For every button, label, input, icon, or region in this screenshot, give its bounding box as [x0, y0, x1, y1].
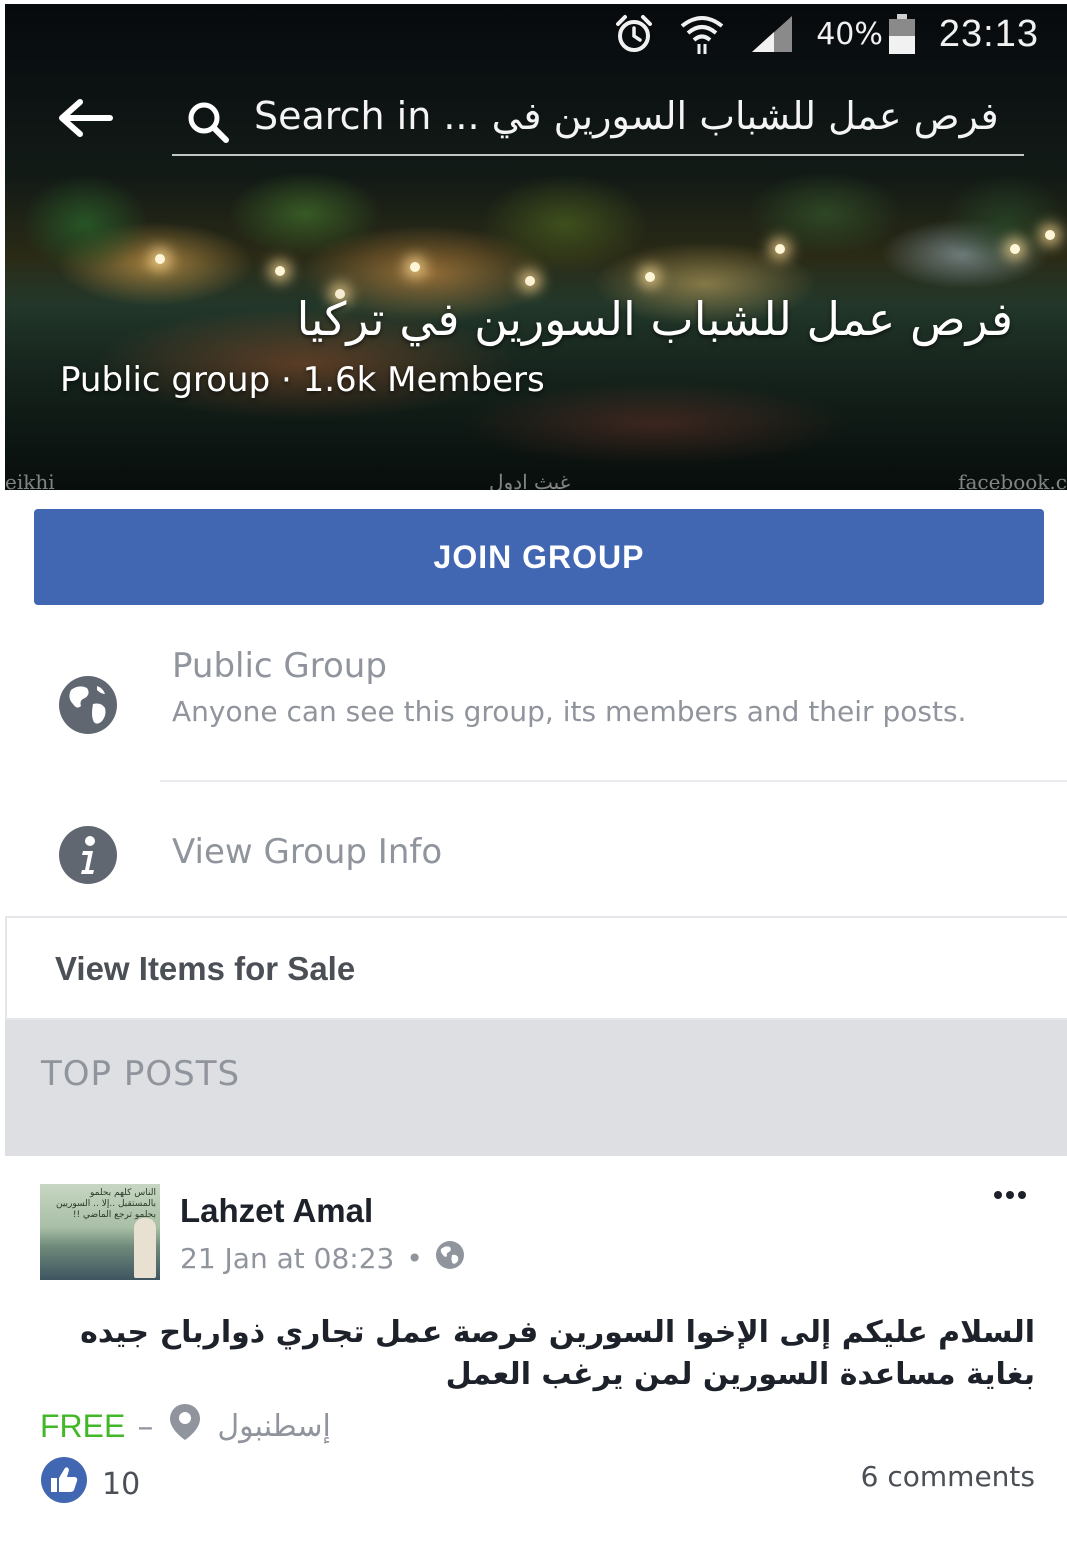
reactions-summary[interactable]: 10: [40, 1456, 140, 1512]
cover-watermark-right: facebook.c: [958, 470, 1067, 490]
price-separator: –: [137, 1407, 154, 1445]
comments-count[interactable]: 6 comments: [861, 1460, 1035, 1493]
cover-watermark-center: غيث ادول: [489, 470, 571, 490]
price-label: FREE: [40, 1407, 126, 1444]
status-bar: 40% 23:13: [612, 12, 1039, 56]
signal-icon: [748, 14, 794, 54]
info-icon: [57, 824, 119, 890]
group-subtitle: Public group · 1.6k Members: [60, 360, 545, 400]
status-time: 23:13: [938, 12, 1039, 55]
view-group-info-row[interactable]: View Group Info: [0, 800, 1067, 910]
post-timestamp[interactable]: 21 Jan at 08:23: [180, 1242, 394, 1275]
wifi-icon: [678, 12, 726, 56]
avatar-caption: الناس كلهم بحلمو بالمستقبل ..إلا .. السو…: [55, 1188, 156, 1220]
battery-percent: 40%: [816, 16, 883, 52]
meta-separator: •: [406, 1242, 423, 1275]
cover-shade: [5, 4, 1067, 490]
search-icon: [184, 98, 232, 150]
globe-icon: [57, 674, 119, 740]
location-pin-icon: [165, 1402, 205, 1450]
like-icon: [40, 1456, 88, 1512]
location-label: إسطنبول: [217, 1408, 331, 1444]
search-query-text: Search in ... فرص عمل للشباب السورين في: [254, 94, 999, 138]
battery-icon: [887, 12, 917, 56]
avatar[interactable]: الناس كلهم بحلمو بالمستقبل ..إلا .. السو…: [40, 1184, 160, 1280]
view-items-for-sale-label: View Items for Sale: [55, 950, 356, 987]
view-group-info-label: View Group Info: [172, 832, 443, 872]
view-items-for-sale-button[interactable]: View Items for Sale: [5, 916, 1067, 1020]
globe-icon: [435, 1240, 465, 1277]
back-arrow-icon[interactable]: [56, 96, 114, 144]
group-cover-photo[interactable]: eikhi غيث ادول facebook.c: [5, 4, 1067, 490]
like-count: 10: [102, 1466, 141, 1502]
avatar-figure: [134, 1218, 156, 1278]
privacy-title: Public Group: [172, 646, 387, 686]
cover-watermark-left: eikhi: [5, 470, 55, 490]
more-options-icon[interactable]: [993, 1186, 1027, 1205]
price-row: FREE – إسطنبول: [40, 1402, 331, 1450]
search-input[interactable]: Search in ... فرص عمل للشباب السورين في: [172, 88, 1024, 156]
divider: [160, 780, 1067, 782]
post-author-name[interactable]: Lahzet Amal: [180, 1192, 373, 1230]
post-card: الناس كلهم بحلمو بالمستقبل ..إلا .. السو…: [0, 1156, 1067, 1566]
top-posts-section-header: TOP POSTS: [5, 1020, 1067, 1156]
group-title: فرص عمل للشباب السورين في تركيا: [296, 292, 1013, 346]
join-group-button[interactable]: JOIN GROUP: [34, 509, 1044, 605]
privacy-description: Anyone can see this group, its members a…: [172, 695, 967, 728]
alarm-icon: [612, 12, 656, 56]
top-posts-label: TOP POSTS: [41, 1054, 241, 1094]
post-meta: 21 Jan at 08:23 •: [180, 1240, 465, 1277]
post-body: السلام عليكم إلى الإخوا السورين فرصة عمل…: [80, 1315, 1035, 1392]
privacy-row: Public Group Anyone can see this group, …: [0, 640, 1067, 782]
